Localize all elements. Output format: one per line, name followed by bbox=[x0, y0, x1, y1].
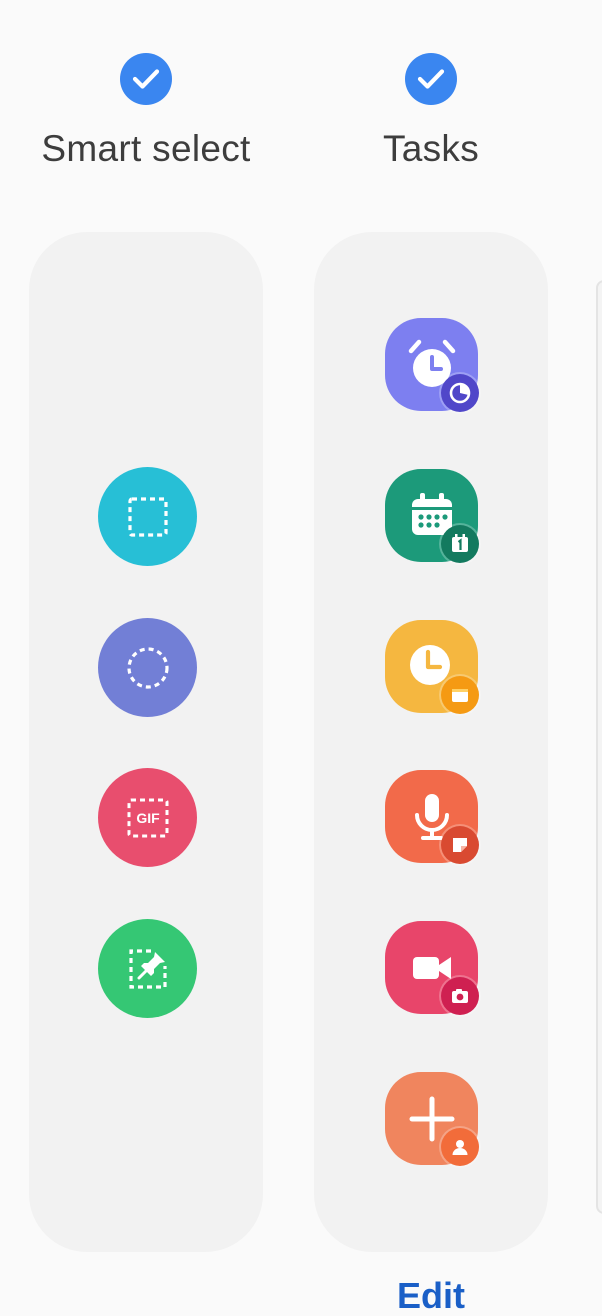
dashed-rectangle-icon bbox=[127, 496, 168, 537]
smart-select-panel[interactable]: GIF bbox=[29, 232, 263, 1252]
create-alarm-button[interactable] bbox=[385, 318, 479, 412]
edit-link[interactable]: Edit bbox=[314, 1276, 548, 1316]
gif-icon: GIF bbox=[127, 798, 168, 837]
pin-icon bbox=[128, 948, 167, 989]
svg-text:GIF: GIF bbox=[136, 810, 160, 826]
timer-badge-icon bbox=[441, 374, 479, 412]
dashed-oval-icon bbox=[126, 646, 169, 689]
pin-to-screen-button[interactable] bbox=[98, 919, 197, 1018]
camera-badge-icon bbox=[441, 977, 479, 1015]
panel-title: Tasks bbox=[382, 128, 480, 169]
card-badge-icon bbox=[441, 676, 479, 714]
next-panel-edge[interactable] bbox=[596, 280, 602, 1214]
checkmark-icon bbox=[417, 69, 445, 89]
rectangle-select-button[interactable] bbox=[98, 467, 197, 566]
record-voice-button[interactable] bbox=[385, 770, 479, 864]
tasks-checkbox[interactable] bbox=[405, 53, 457, 105]
checkmark-icon bbox=[132, 69, 160, 89]
oval-select-button[interactable] bbox=[98, 618, 197, 717]
create-reminder-button[interactable] bbox=[385, 620, 479, 714]
add-contact-button[interactable] bbox=[385, 1072, 479, 1166]
note-badge-icon bbox=[441, 826, 479, 864]
animation-gif-button[interactable]: GIF bbox=[98, 768, 197, 867]
calendar-day-badge-icon bbox=[441, 525, 479, 563]
tasks-panel[interactable] bbox=[314, 232, 548, 1252]
record-video-button[interactable] bbox=[385, 921, 479, 1015]
person-badge-icon bbox=[441, 1128, 479, 1166]
panel-title: Smart select bbox=[41, 128, 251, 169]
create-event-button[interactable] bbox=[385, 469, 479, 563]
smart-select-checkbox[interactable] bbox=[120, 53, 172, 105]
